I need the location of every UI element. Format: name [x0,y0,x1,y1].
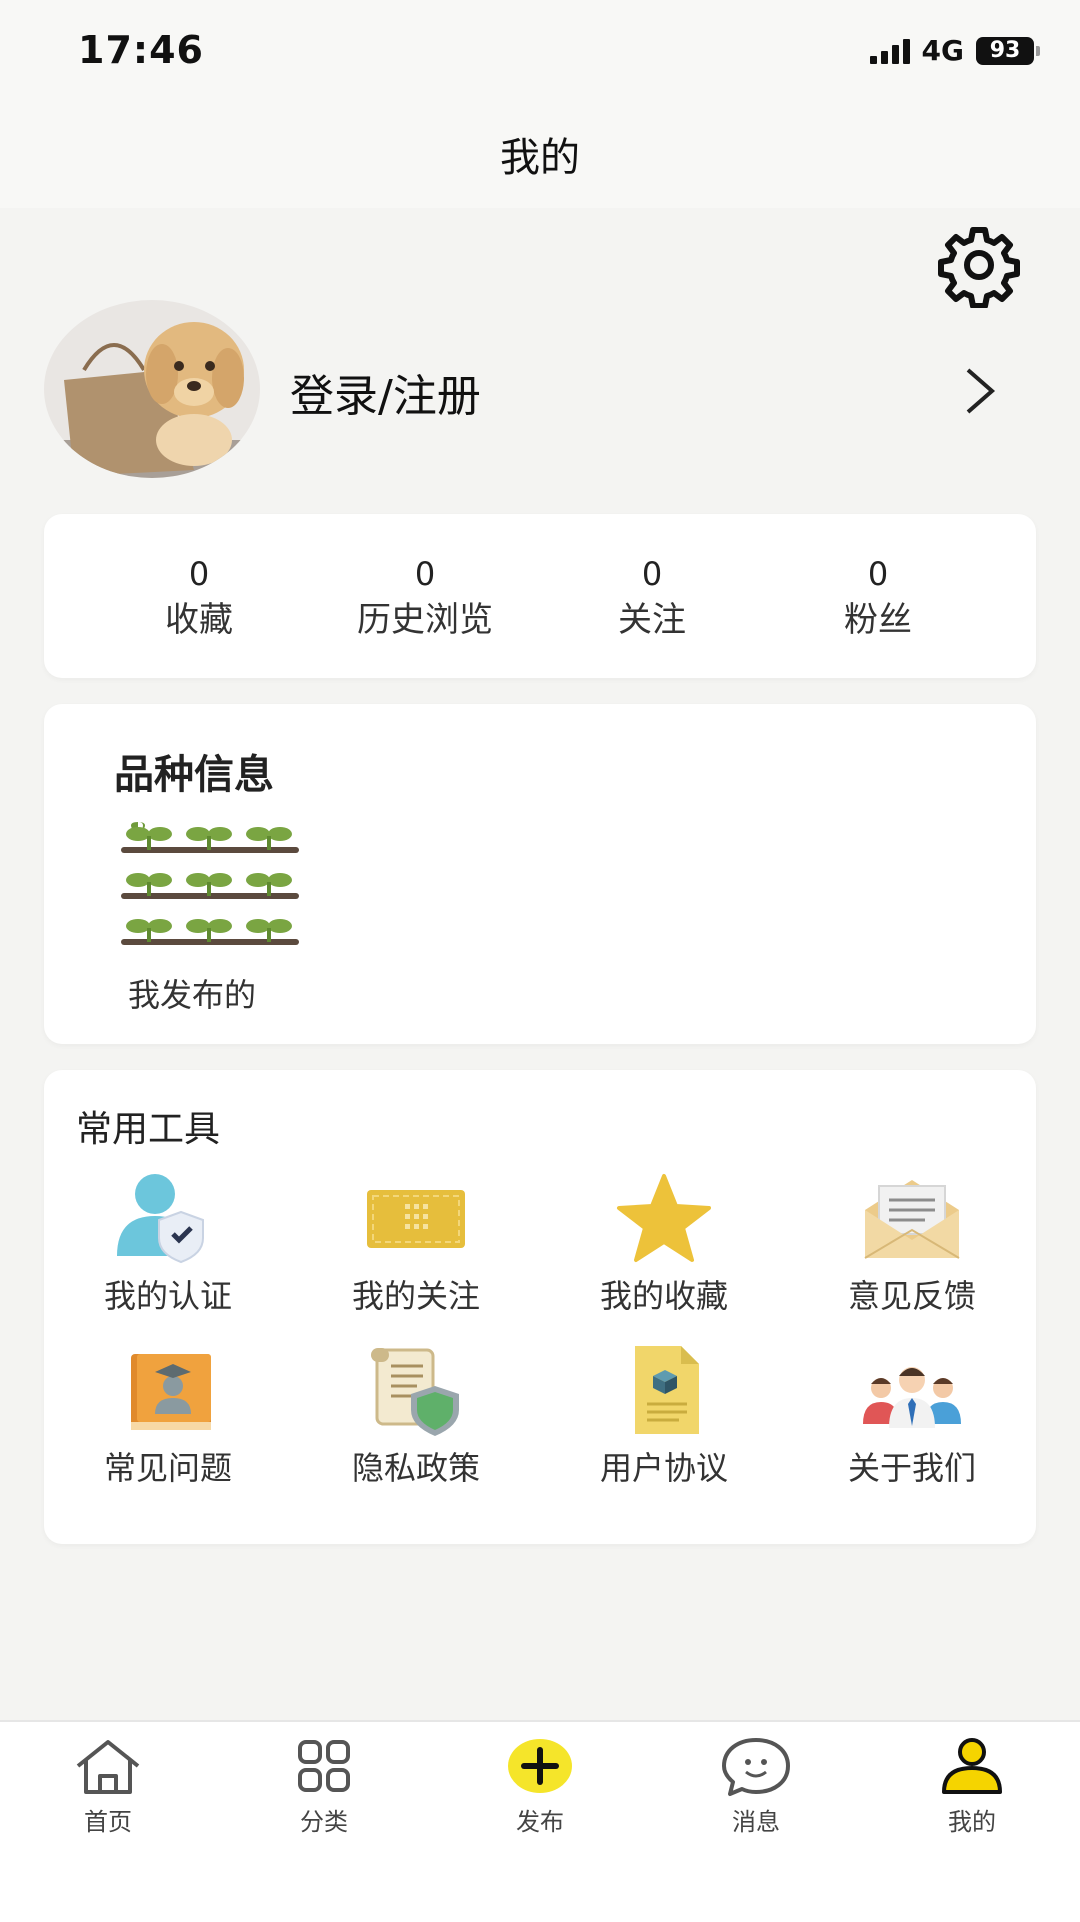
grid-icon [298,1740,350,1792]
status-bar: 17:46 4G 93 [0,0,1080,100]
stat-value: 0 [414,555,436,593]
tool-label: 我的收藏 [599,1277,728,1315]
nav-home[interactable]: 首页 [28,1736,188,1837]
nav-label: 我的 [948,1808,996,1836]
stat-history[interactable]: 0 历史浏览 [315,554,535,646]
stat-value: 0 [867,555,889,593]
bottom-nav: 首页 分类 发布 消息 我的 [0,1720,1080,1922]
tool-label: 关于我们 [847,1449,976,1487]
section-title: 常用工具 [76,1109,221,1150]
home-icon [76,1740,140,1794]
status-indicators: 4G 93 [869,34,1040,67]
stat-fans[interactable]: 0 粉丝 [768,554,988,646]
nav-mine[interactable]: 我的 [892,1736,1052,1837]
settings-gear-icon[interactable] [936,222,1022,308]
stat-label: 收藏 [165,600,233,640]
stat-label: 关注 [618,600,686,640]
nav-category[interactable]: 分类 [244,1736,404,1837]
stat-following[interactable]: 0 关注 [542,554,762,646]
avatar[interactable] [44,300,260,478]
tool-about-us[interactable]: 关于我们 [788,1342,1036,1488]
document-icon [635,1346,699,1434]
tool-label: 隐私政策 [351,1449,480,1487]
tool-feedback[interactable]: 意见反馈 [788,1170,1036,1316]
chevron-right-icon[interactable] [960,364,1000,418]
ticket-icon [367,1190,465,1248]
login-register-link[interactable]: 登录/注册 [290,360,481,424]
section-title: 品种信息 [114,752,274,798]
sprouts-icon[interactable] [120,810,300,950]
my-published-label[interactable]: 我发布的 [128,970,256,1016]
tool-my-certification[interactable]: 我的认证 [44,1170,292,1316]
team-icon [863,1367,961,1428]
star-icon [617,1174,711,1262]
tool-label: 我的关注 [351,1277,480,1315]
scroll-shield-icon [371,1348,459,1436]
stat-label: 粉丝 [844,600,912,640]
nav-label: 发布 [516,1808,564,1836]
nav-label: 消息 [732,1808,780,1836]
signal-icon [869,38,910,64]
dog-photo-avatar [44,300,260,478]
stat-label: 历史浏览 [357,600,493,640]
stat-value: 0 [641,555,663,593]
tool-label: 意见反馈 [847,1277,976,1315]
plus-icon [508,1739,572,1793]
page-title: 我的 [500,135,580,181]
chat-icon [722,1738,790,1796]
nav-label: 首页 [84,1808,132,1836]
tool-label: 我的认证 [103,1277,232,1315]
nav-label: 分类 [300,1808,348,1836]
tool-label: 用户协议 [599,1449,728,1487]
variety-info-card: 品种信息 我发布的 [44,704,1036,1044]
tool-my-following[interactable]: 我的关注 [292,1170,540,1316]
stats-card: 0 收藏 0 历史浏览 0 关注 0 粉丝 [44,514,1036,678]
title-bar: 我的 [0,100,1080,208]
status-time: 17:46 [78,28,204,72]
tool-label: 常见问题 [103,1449,232,1487]
tool-my-favorites[interactable]: 我的收藏 [540,1170,788,1316]
user-shield-icon [117,1174,204,1264]
network-type: 4G [921,34,964,67]
nav-messages[interactable]: 消息 [676,1736,836,1837]
tool-privacy-policy[interactable]: 隐私政策 [292,1342,540,1488]
tool-user-agreement[interactable]: 用户协议 [540,1342,788,1488]
battery-icon: 93 [976,36,1040,65]
battery-level: 93 [976,36,1034,65]
nav-publish[interactable]: 发布 [460,1736,620,1837]
envelope-icon [864,1180,960,1259]
user-icon [942,1738,1002,1794]
stat-favorites[interactable]: 0 收藏 [89,554,309,646]
tools-card: 常用工具 我的认证 我的关注 我的收藏 意见反馈 常见问题 隐私政策 用户协议 … [44,1070,1036,1544]
stat-value: 0 [188,555,210,593]
tool-faq[interactable]: 常见问题 [44,1342,292,1488]
book-icon [131,1354,211,1430]
